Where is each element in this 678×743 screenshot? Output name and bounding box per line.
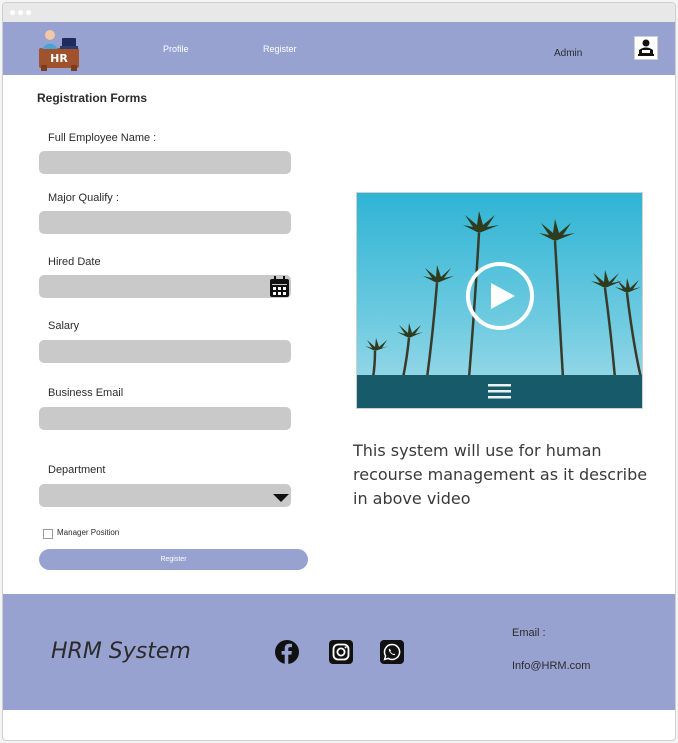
whatsapp-icon[interactable] xyxy=(380,640,404,664)
nav-link-profile[interactable]: Profile xyxy=(163,44,189,54)
admin-label[interactable]: Admin xyxy=(554,48,582,59)
window-dot[interactable] xyxy=(18,10,23,15)
nav-link-register[interactable]: Register xyxy=(263,44,297,54)
footer-brand: HRM System xyxy=(51,639,191,664)
browser-window: HR Profile Register Admin Registration F… xyxy=(2,2,676,741)
email-link[interactable]: Info@HRM.com xyxy=(512,660,590,672)
facebook-icon[interactable] xyxy=(275,640,299,664)
hired-date-label: Hired Date xyxy=(48,256,101,268)
page-footer: HRM System Email : Info@HRM.com xyxy=(3,594,675,710)
top-navbar: HR Profile Register Admin xyxy=(3,22,675,75)
salary-input[interactable] xyxy=(39,340,291,363)
manager-position-label: Manager Position xyxy=(57,528,120,537)
video-player[interactable] xyxy=(356,192,643,409)
email-label: Email : xyxy=(512,627,546,639)
window-titlebar xyxy=(3,3,675,23)
dropdown-caret-icon[interactable] xyxy=(273,494,289,502)
full-name-label: Full Employee Name : xyxy=(48,132,157,144)
manager-position-checkbox[interactable] xyxy=(43,529,53,539)
department-select[interactable] xyxy=(39,484,291,507)
business-email-input[interactable] xyxy=(39,407,291,430)
hr-logo-icon[interactable]: HR xyxy=(37,27,81,71)
department-label: Department xyxy=(48,464,106,476)
svg-text:HR: HR xyxy=(50,52,68,65)
major-qualify-label: Major Qualify : xyxy=(48,192,119,204)
instagram-icon[interactable] xyxy=(329,640,353,664)
form-title: Registration Forms xyxy=(37,91,148,105)
calendar-icon[interactable] xyxy=(269,275,290,298)
major-qualify-input[interactable] xyxy=(39,211,291,234)
hamburger-menu-icon xyxy=(488,384,511,399)
window-dot[interactable] xyxy=(10,10,15,15)
video-description: This system will use for human recourse … xyxy=(353,441,648,508)
salary-label: Salary xyxy=(48,320,80,332)
register-button[interactable]: Register xyxy=(39,549,308,570)
window-dot[interactable] xyxy=(26,10,31,15)
business-email-label: Business Email xyxy=(48,387,124,399)
full-name-input[interactable] xyxy=(39,151,291,174)
user-avatar-icon[interactable] xyxy=(634,36,658,60)
hired-date-input[interactable] xyxy=(39,275,291,298)
